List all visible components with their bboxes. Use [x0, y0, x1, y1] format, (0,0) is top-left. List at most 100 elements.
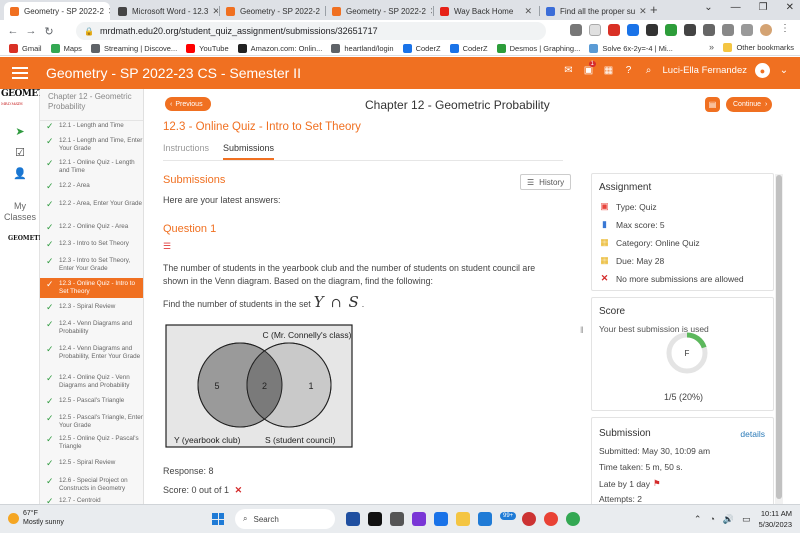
other-bookmarks[interactable]: Other bookmarks	[723, 43, 794, 52]
sidebar-item[interactable]: ✓ 12.3 - Online Quiz - Intro to Set Theor…	[40, 278, 143, 298]
app-icon[interactable]	[522, 512, 536, 526]
volume-icon[interactable]: 🔊	[723, 514, 734, 525]
my-classes-label[interactable]: My Classes	[0, 201, 40, 223]
windows-start-icon[interactable]	[212, 513, 224, 525]
task-view-icon[interactable]	[368, 512, 382, 526]
extension-icon[interactable]	[646, 24, 658, 36]
panel-splitter-handle[interactable]: ‖	[580, 325, 584, 335]
tab-instructions[interactable]: Instructions	[163, 143, 209, 160]
sidebar-item[interactable]: ✓ 12.4 - Venn Diagrams and Probability, E…	[40, 345, 143, 361]
browser-tab[interactable]: Geometry - SP 2022-2 ✕	[220, 2, 324, 20]
search-icon[interactable]: ⌕	[643, 65, 655, 77]
sidebar-item[interactable]: ✓ 12.2 - Area, Enter Your Grade	[40, 200, 143, 209]
previous-button[interactable]: ‹ Previous	[165, 97, 211, 111]
reload-icon[interactable]: ↻	[40, 25, 58, 38]
bookmark-item[interactable]: Streaming | Discove...	[90, 44, 177, 53]
sidebar-item[interactable]: ✓ 12.3 - Intro to Set Theory	[40, 240, 143, 249]
navigate-icon[interactable]: ➤	[0, 121, 40, 141]
close-tab-icon[interactable]: ✕	[208, 6, 218, 17]
browser-tab[interactable]: Geometry - SP 2022-2 ✕	[4, 2, 110, 20]
panel-scrollbar-thumb[interactable]	[776, 175, 782, 499]
sidebar-item[interactable]: ✓ 12.4 - Venn Diagrams and Probability	[40, 320, 143, 336]
browser-tab[interactable]: Way Back Home ✕	[434, 2, 538, 20]
chevron-up-icon[interactable]: ⌃	[694, 514, 702, 525]
extension-icon[interactable]	[665, 24, 677, 36]
meet-icon[interactable]	[346, 512, 360, 526]
url-field[interactable]: 🔒 mrdmath.edu20.org/student_quiz_assignm…	[76, 22, 546, 40]
chrome-icon[interactable]	[566, 512, 580, 526]
sidebar-item[interactable]: ✓ 12.2 - Online Quiz - Area	[40, 223, 143, 232]
extension-icon[interactable]	[684, 24, 696, 36]
sidebar-item[interactable]: ✓ 12.5 - Pascal's Triangle	[40, 397, 143, 406]
sidebar-item[interactable]: ✓ 12.5 - Pascal's Triangle, Enter Your Gr…	[40, 414, 143, 430]
edge-icon[interactable]	[434, 512, 448, 526]
question-list-icon[interactable]: ☰	[163, 241, 171, 252]
history-button[interactable]: ☰ History	[520, 174, 572, 190]
bookmark-item[interactable]: Maps	[50, 44, 82, 53]
close-window-icon[interactable]: ✕	[786, 2, 794, 13]
teams-icon[interactable]	[412, 512, 426, 526]
browser-tab[interactable]: Microsoft Word - 12.3 ✕	[112, 2, 218, 20]
store-icon[interactable]	[478, 512, 492, 526]
chevron-down-icon[interactable]: ⌄	[778, 65, 790, 77]
menu-dots-icon[interactable]: ⋮	[779, 24, 791, 36]
bookmark-star-icon[interactable]	[589, 24, 601, 36]
extension-icon[interactable]	[703, 24, 715, 36]
bookmark-item[interactable]: Solve 6x-2y=-4 | Mi...	[589, 44, 673, 53]
sidebar-item[interactable]: ✓ 12.3 - Intro to Set Theory, Enter Your …	[40, 257, 143, 273]
sidebar-item[interactable]: ✓ 12.1 - Online Quiz - Length and Time	[40, 159, 143, 175]
mail-icon[interactable]: ✉	[563, 65, 575, 77]
close-tab-icon[interactable]: ✕	[426, 6, 432, 17]
sidebar-item[interactable]: ✓ 12.1 - Length and Time	[40, 122, 143, 131]
person-icon[interactable]: 👤	[0, 163, 40, 183]
bookmark-item[interactable]: Gmail	[9, 44, 42, 53]
bookmark-item[interactable]: YouTube	[186, 44, 229, 53]
course-title[interactable]: Geometry - SP 2022-23 CS - Semester II	[46, 65, 301, 81]
sidebar-item[interactable]: ✓ 12.1 - Length and Time, Enter Your Grad…	[40, 137, 143, 153]
bookmark-item[interactable]: Amazon.com: Onlin...	[237, 44, 322, 53]
clock[interactable]: 10:11 AM 5/30/2023	[759, 508, 792, 530]
bookmarks-overflow-button[interactable]: »	[709, 42, 714, 52]
instagram-icon[interactable]	[544, 512, 558, 526]
camera-icon[interactable]	[390, 512, 404, 526]
sidebar-item[interactable]: ✓ 12.2 - Area	[40, 182, 143, 191]
geometry-logo[interactable]: GEOMETRY MR.D MATH	[1, 89, 57, 109]
user-avatar-icon[interactable]: ●	[755, 63, 770, 78]
bookmark-item[interactable]: heartland/login	[331, 44, 394, 53]
bookmark-item[interactable]: Desmos | Graphing...	[496, 44, 580, 53]
file-explorer-icon[interactable]	[456, 512, 470, 526]
sidepanel-icon[interactable]	[741, 24, 753, 36]
sidebar-item[interactable]: ✓ 12.3 - Spiral Review	[40, 303, 143, 312]
bookmark-item[interactable]: CoderZ	[449, 44, 488, 53]
back-icon[interactable]: ←	[4, 25, 22, 37]
share-icon[interactable]	[570, 24, 582, 36]
user-name[interactable]: Luci-Ella Fernandez	[663, 65, 748, 76]
hamburger-menu-icon[interactable]	[12, 67, 28, 79]
extension-icon[interactable]	[608, 24, 620, 36]
close-tab-icon[interactable]: ✕	[635, 6, 646, 17]
details-link[interactable]: details	[740, 429, 765, 439]
notifications-icon[interactable]: ▣ 1	[583, 60, 596, 77]
sidebar-item[interactable]: ✓ 12.7 - Centroid	[40, 497, 143, 505]
puzzle-icon[interactable]	[722, 24, 734, 36]
forward-icon[interactable]: →	[22, 25, 40, 37]
bookmark-item[interactable]: CoderZ	[402, 44, 441, 53]
sidebar-item[interactable]: ✓ 12.5 - Spiral Review	[40, 459, 143, 468]
print-icon[interactable]: ▤	[705, 97, 720, 112]
wifi-icon[interactable]: ◔	[709, 514, 714, 524]
continue-button[interactable]: Continue ›	[726, 97, 773, 112]
close-tab-icon[interactable]: ✕	[520, 6, 532, 17]
tab-submissions[interactable]: Submissions	[223, 143, 275, 160]
maximize-icon[interactable]: ❐	[759, 2, 768, 13]
checklist-icon[interactable]: ☑	[0, 142, 40, 162]
tab-search-icon[interactable]: ⌄	[704, 2, 712, 13]
calendar-icon[interactable]: ▦	[603, 65, 615, 77]
taskbar-search[interactable]: ⌕ Search	[235, 509, 335, 529]
minimize-icon[interactable]: —	[731, 2, 741, 13]
help-icon[interactable]: ?	[623, 65, 635, 77]
close-tab-icon[interactable]: ✕	[320, 6, 325, 17]
sidebar-item[interactable]: ✓ 12.5 - Online Quiz - Pascal's Triangle	[40, 435, 143, 451]
sidebar-item[interactable]: ✓ 12.6 - Special Project on Constructs in…	[40, 477, 143, 493]
profile-avatar-icon[interactable]	[760, 24, 772, 36]
browser-tab[interactable]: Find all the proper su ✕	[540, 2, 646, 20]
